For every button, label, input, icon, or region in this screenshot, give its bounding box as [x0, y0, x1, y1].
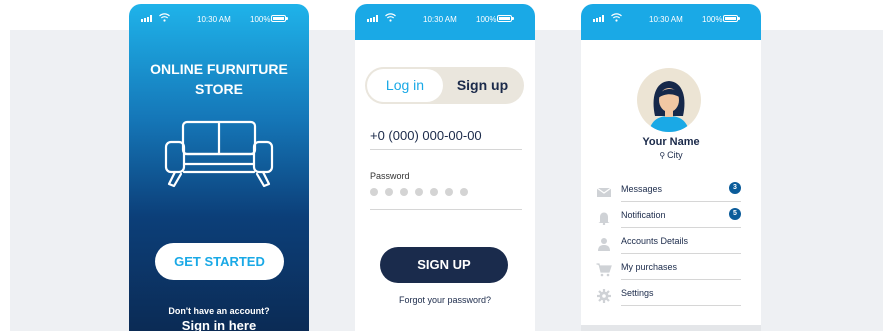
- divider: [621, 305, 741, 306]
- sign-up-button[interactable]: SIGN UP: [380, 247, 508, 283]
- wifi-icon: [611, 13, 622, 24]
- divider: [621, 227, 741, 228]
- tab-signup[interactable]: Sign up: [443, 69, 522, 102]
- status-bar: 10:30 AM 100%: [581, 4, 761, 40]
- battery-percent: 100%: [250, 15, 271, 24]
- signup-screen: 10:30 AM 100% Log in Sign up +0 (000) 00…: [355, 4, 535, 331]
- signal-icon: [141, 15, 157, 22]
- messages-badge: 3: [729, 182, 741, 194]
- profile-screen: 10:30 AM 100% Your Name ⚲ City Messages 3…: [581, 4, 761, 331]
- menu-item-notification[interactable]: Notification 5: [595, 208, 741, 232]
- sign-in-link[interactable]: Sign in here: [129, 318, 309, 331]
- menu-item-label: Messages: [621, 184, 663, 194]
- location-pin-icon: ⚲: [659, 151, 666, 160]
- menu-item-label: Settings: [621, 288, 654, 298]
- divider: [370, 209, 522, 210]
- status-time: 10:30 AM: [423, 15, 457, 24]
- divider: [621, 253, 741, 254]
- battery-icon: [271, 15, 288, 22]
- wifi-icon: [159, 13, 170, 24]
- forgot-password-link[interactable]: Forgot your password?: [355, 295, 535, 305]
- signal-icon: [593, 15, 609, 22]
- status-time: 10:30 AM: [649, 15, 683, 24]
- password-field[interactable]: [370, 188, 475, 196]
- menu-item-label: My purchases: [621, 262, 678, 272]
- gear-icon: [597, 289, 611, 303]
- battery-icon: [723, 15, 740, 22]
- bottom-strip: [581, 325, 761, 331]
- status-bar: 10:30 AM 100%: [355, 4, 535, 40]
- welcome-screen: 10:30 AM 100% ONLINE FURNITURE STORE GET…: [129, 4, 309, 331]
- status-bar: 10:30 AM 100%: [129, 4, 309, 40]
- avatar[interactable]: [637, 68, 701, 132]
- tab-login[interactable]: Log in: [367, 69, 443, 102]
- user-avatar-icon: [649, 81, 689, 132]
- no-account-text: Don't have an account?: [168, 306, 270, 316]
- menu-item-label: Notification: [621, 210, 666, 220]
- notification-badge: 5: [729, 208, 741, 220]
- envelope-icon: [596, 187, 612, 197]
- auth-tabs: Log in Sign up: [365, 67, 524, 104]
- sofa-icon: [164, 120, 274, 188]
- signal-icon: [367, 15, 383, 22]
- phone-number-field[interactable]: +0 (000) 000-00-00: [370, 128, 522, 143]
- password-label: Password: [370, 171, 410, 181]
- store-title-line2: STORE: [195, 81, 243, 97]
- profile-city-label: City: [667, 150, 683, 160]
- cart-icon: [596, 263, 612, 277]
- divider: [621, 201, 741, 202]
- menu-item-messages[interactable]: Messages 3: [595, 182, 741, 206]
- wifi-icon: [385, 13, 396, 24]
- divider: [621, 279, 741, 280]
- profile-city: ⚲ City: [581, 150, 761, 160]
- menu-item-settings[interactable]: Settings: [595, 286, 741, 310]
- store-title-line1: ONLINE FURNITURE: [150, 61, 288, 77]
- battery-percent: 100%: [702, 15, 723, 24]
- user-icon: [598, 238, 610, 251]
- battery-percent: 100%: [476, 15, 497, 24]
- menu-item-my-purchases[interactable]: My purchases: [595, 260, 741, 284]
- status-time: 10:30 AM: [197, 15, 231, 24]
- divider: [370, 149, 522, 150]
- get-started-button[interactable]: GET STARTED: [155, 243, 284, 280]
- store-title: ONLINE FURNITURE STORE: [129, 59, 309, 99]
- profile-name: Your Name: [642, 136, 700, 148]
- battery-icon: [497, 15, 514, 22]
- bell-icon: [598, 212, 610, 225]
- menu-item-accounts-details[interactable]: Accounts Details: [595, 234, 741, 258]
- menu-item-label: Accounts Details: [621, 236, 689, 246]
